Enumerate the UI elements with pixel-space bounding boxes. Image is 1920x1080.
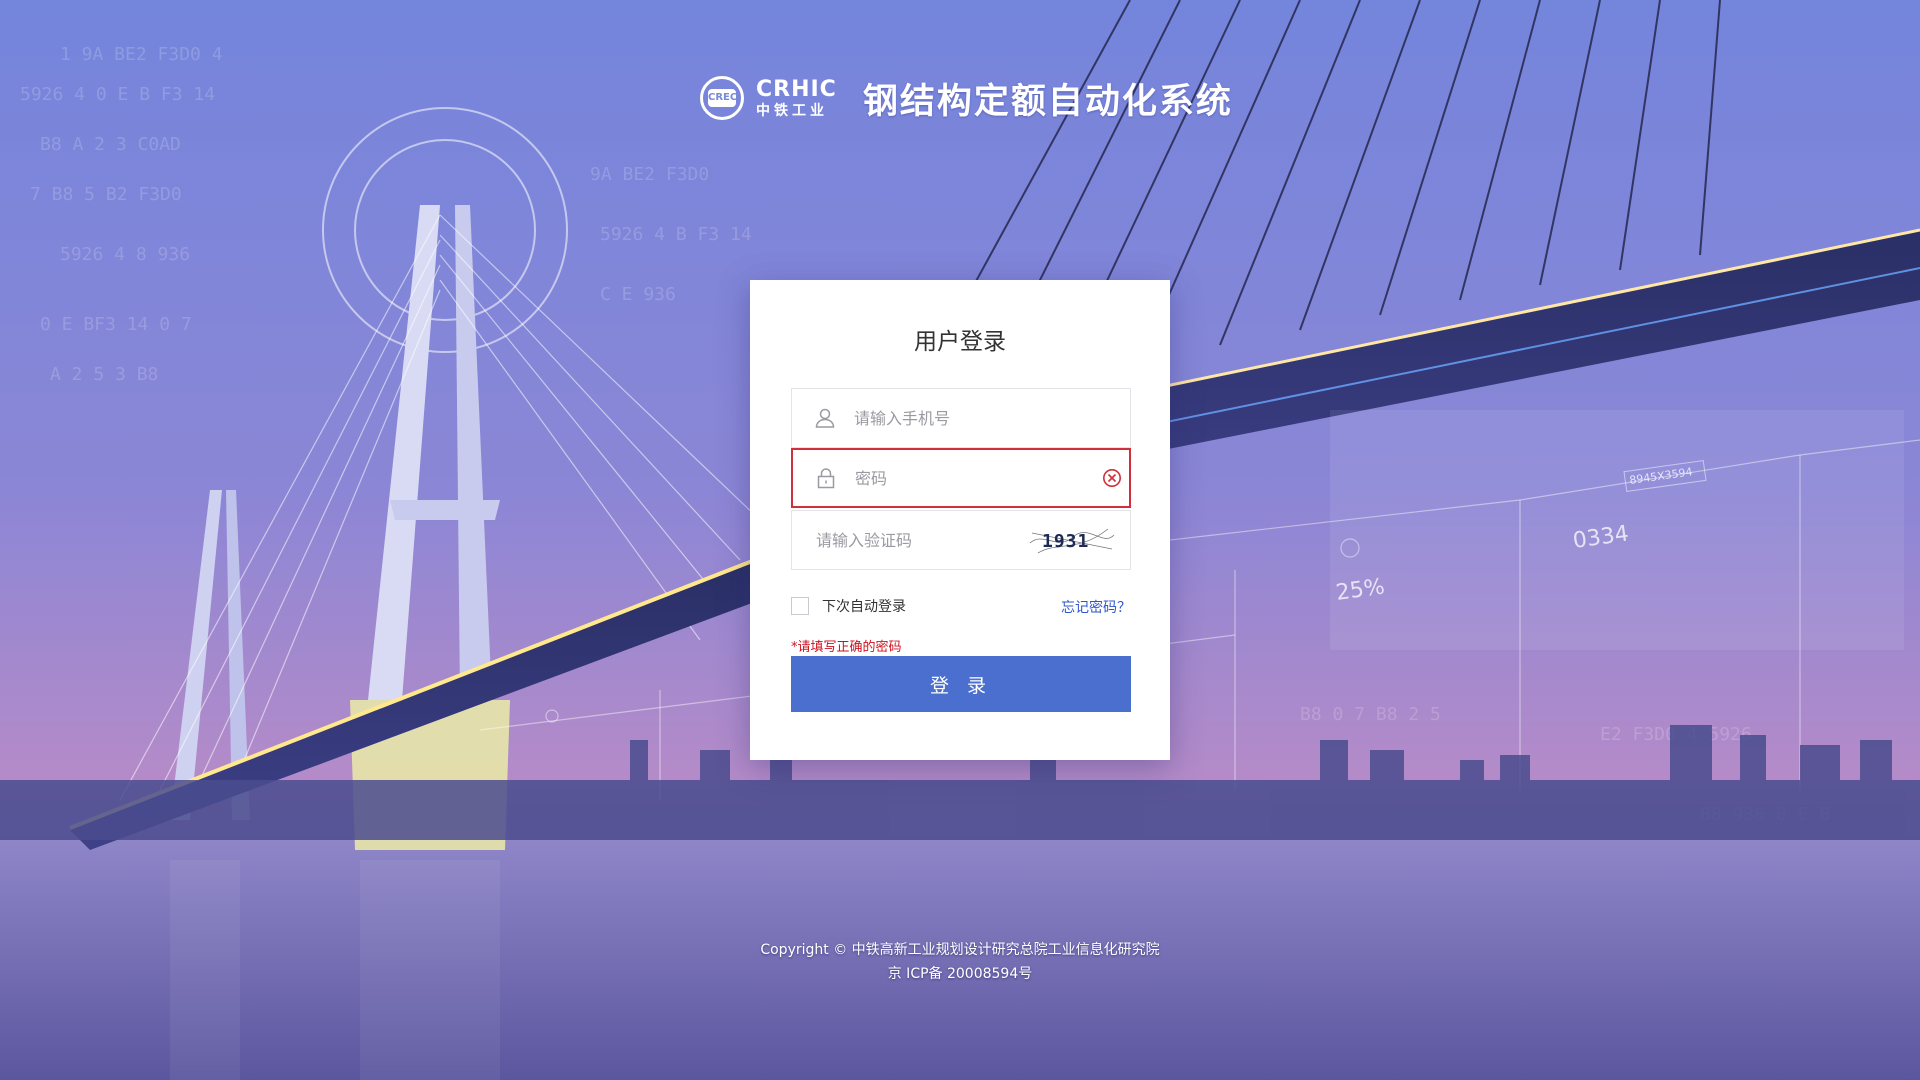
password-input[interactable]	[853, 449, 1101, 507]
svg-text:5926 4 0 E B F3 14: 5926 4 0 E B F3 14	[20, 84, 215, 105]
captcha-input[interactable]	[814, 510, 1028, 570]
phone-field	[791, 388, 1131, 448]
icp-text: 京 ICP备 20008594号	[887, 966, 1033, 982]
captcha-image[interactable]: 1931	[1028, 523, 1116, 557]
svg-text:0 E BF3 14 0 7: 0 E BF3 14 0 7	[40, 314, 192, 335]
phone-input[interactable]	[852, 388, 1130, 448]
svg-text:9A BE2 F3D0: 9A BE2 F3D0	[590, 164, 709, 185]
captcha-field: 1931	[791, 510, 1131, 570]
company-logo: CREC	[700, 76, 744, 120]
svg-text:A 2 5 3 B8: A 2 5 3 B8	[50, 364, 158, 385]
captcha-code: 1931	[1042, 531, 1089, 552]
login-card: 用户登录 请输入手机号 请输入验证码 1931 下次自动登录 忘记密码？ *请填…	[750, 280, 1170, 760]
forgot-password-link[interactable]: 忘记密码？	[1061, 597, 1131, 617]
footer: Copyright © 中铁高新工业规划设计研究总院工业信息化研究院 京 ICP…	[0, 938, 1920, 986]
remember-label: 下次自动登录	[822, 599, 906, 615]
copyright-text: Copyright © 中铁高新工业规划设计研究总院工业信息化研究院	[760, 942, 1160, 958]
user-icon	[810, 403, 840, 433]
logo-en: CRHIC	[756, 76, 837, 102]
system-title: 钢结构定额自动化系统	[862, 81, 1233, 122]
svg-text:B8 0 7 B8 2 5: B8 0 7 B8 2 5	[1300, 704, 1441, 725]
header: CREC CRHIC 中铁工业 钢结构定额自动化系统	[700, 76, 1233, 122]
svg-text:1 9A BE2 F3D0 4: 1 9A BE2 F3D0 4	[60, 44, 223, 65]
clear-password-icon[interactable]	[1101, 467, 1123, 489]
svg-text:5926 4 B F3 14: 5926 4 B F3 14	[600, 224, 752, 245]
login-button[interactable]: 登 录	[791, 656, 1131, 712]
remember-me: 下次自动登录	[791, 596, 906, 616]
lock-icon	[811, 463, 841, 493]
password-field	[791, 448, 1131, 508]
remember-checkbox[interactable]	[791, 597, 809, 615]
svg-text:C E 936: C E 936	[600, 284, 676, 305]
logo-mark: CREC	[708, 89, 737, 107]
svg-text:5926 4 8 936: 5926 4 8 936	[60, 244, 190, 265]
svg-text:B8 A 2 3 C0AD: B8 A 2 3 C0AD	[40, 134, 181, 155]
login-title: 用户登录	[914, 329, 1006, 355]
svg-text:7 B8 5 B2 F3D0: 7 B8 5 B2 F3D0	[30, 184, 182, 205]
password-error-message: *请填写正确的密码	[791, 640, 902, 655]
logo-cn: 中铁工业	[756, 102, 828, 119]
logo-wordmark: CRHIC 中铁工业	[756, 76, 837, 119]
